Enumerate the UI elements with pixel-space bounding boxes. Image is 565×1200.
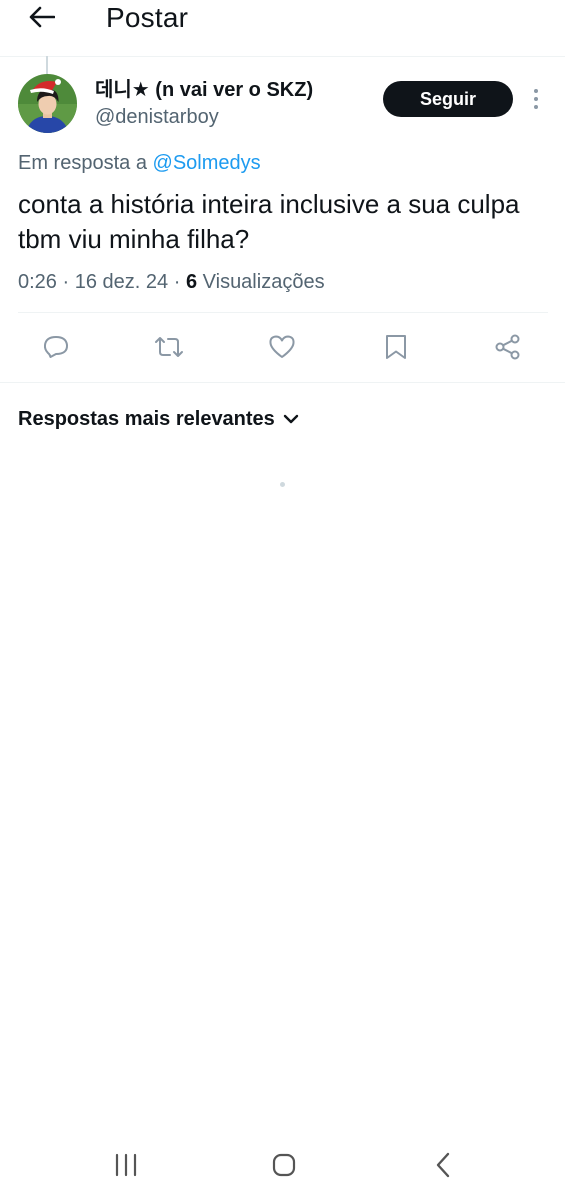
like-button[interactable]	[267, 332, 297, 362]
tweet-text: conta a história inteira inclusive a sua…	[18, 189, 520, 254]
share-icon	[495, 334, 520, 360]
divider	[18, 312, 548, 313]
reply-icon	[43, 336, 69, 358]
recent-apps-icon	[115, 1153, 137, 1177]
thread-connector	[46, 56, 48, 74]
loading-indicator	[280, 482, 285, 487]
like-icon	[269, 335, 295, 358]
reply-prefix: Em resposta a	[18, 152, 147, 174]
home-button[interactable]	[264, 1145, 304, 1185]
replies-sort-dropdown[interactable]: Respostas mais relevantes	[18, 405, 299, 433]
bookmark-icon	[386, 335, 406, 359]
sort-label: Respostas mais relevantes	[18, 408, 275, 430]
top-app-bar: Postar	[0, 0, 565, 57]
reply-to-mention[interactable]: @Solmedys	[153, 152, 261, 174]
reply-button[interactable]	[41, 332, 71, 362]
tweet-date[interactable]: 16 dez. 24	[75, 271, 168, 293]
more-dot	[534, 105, 538, 109]
tweet-time[interactable]: 0:26	[18, 271, 57, 293]
repost-icon	[155, 337, 183, 357]
repost-button[interactable]	[154, 332, 184, 362]
more-dot	[534, 89, 538, 93]
chevron-down-icon	[283, 414, 299, 424]
reply-context: Em resposta a @Solmedys	[18, 150, 261, 176]
share-button[interactable]	[493, 332, 523, 362]
divider	[0, 382, 565, 383]
arrow-left-icon	[29, 6, 55, 28]
meta-separator: ·	[62, 271, 70, 293]
bookmark-button[interactable]	[381, 332, 411, 362]
home-icon	[272, 1153, 296, 1177]
more-options-button[interactable]	[527, 84, 545, 114]
meta-separator: ·	[173, 271, 181, 293]
recent-apps-button[interactable]	[106, 1145, 146, 1185]
avatar-image	[18, 74, 77, 133]
views-label: Visualizações	[202, 271, 325, 293]
more-dot	[534, 97, 538, 101]
page-title: Postar	[106, 2, 189, 33]
tweet-meta: 0:26 · 16 dez. 24 · 6 Visualizações	[18, 268, 325, 296]
avatar[interactable]	[18, 74, 77, 133]
back-button[interactable]	[22, 0, 62, 34]
chevron-left-icon	[436, 1152, 450, 1178]
system-back-button[interactable]	[423, 1145, 463, 1185]
views-count: 6	[185, 271, 198, 293]
follow-button[interactable]: Seguir	[383, 81, 513, 117]
user-handle[interactable]: @denistarboy	[95, 104, 219, 130]
display-name[interactable]: 데니★ (n vai ver o SKZ)	[95, 77, 313, 103]
